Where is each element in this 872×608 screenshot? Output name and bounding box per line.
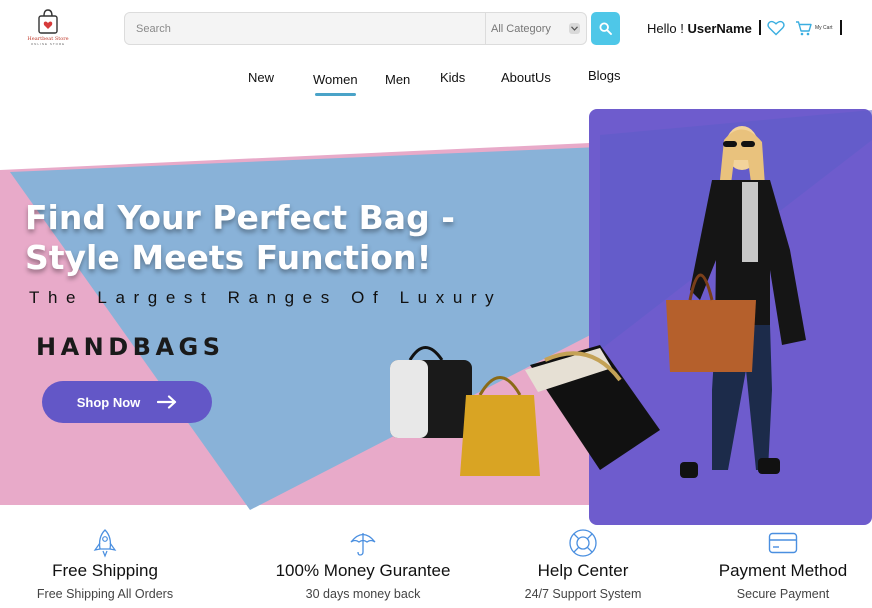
feature-help-center: Help Center 24/7 Support System: [478, 528, 688, 601]
search-button[interactable]: [591, 12, 620, 45]
username: UserName: [687, 21, 752, 36]
search-icon: [599, 22, 612, 35]
shop-now-button[interactable]: Shop Now: [42, 381, 212, 423]
heart-icon[interactable]: [767, 20, 785, 36]
logo[interactable]: Heartbeat Store ONLINE STORE: [27, 9, 69, 49]
feature-subtitle: Secure Payment: [736, 587, 830, 601]
category-select[interactable]: All Category: [485, 13, 586, 44]
lifebuoy-icon: [568, 528, 598, 558]
rocket-icon: [92, 528, 118, 558]
feature-title: Payment Method: [718, 561, 848, 580]
shopping-bag-icon: [38, 9, 58, 34]
feature-title: 100% Money Gurantee: [275, 561, 451, 580]
shop-now-label: Shop Now: [76, 394, 141, 410]
greeting-prefix: Hello !: [647, 21, 684, 36]
hero-title: Find Your Perfect Bag - Style Meets Func…: [25, 198, 455, 277]
feature-subtitle: 30 days money back: [305, 587, 421, 601]
nav-item-kids[interactable]: Kids: [440, 70, 465, 85]
nav-item-aboutus[interactable]: AboutUs: [501, 70, 551, 85]
nav-item-men[interactable]: Men: [385, 72, 410, 87]
nav-item-new[interactable]: New: [248, 70, 274, 85]
header-divider-end: [840, 20, 842, 35]
nav-active-indicator: [315, 93, 356, 96]
logo-tagline: ONLINE STORE: [30, 42, 66, 46]
feature-subtitle: Free Shipping All Orders: [36, 587, 174, 601]
chevron-down-icon: [569, 23, 580, 34]
arrow-right-icon: [157, 395, 177, 409]
feature-payment-method: Payment Method Secure Payment: [678, 528, 872, 601]
nav-item-blogs[interactable]: Blogs: [588, 68, 621, 83]
user-greeting[interactable]: Hello ! UserName: [647, 21, 752, 36]
feature-title: Help Center: [537, 561, 629, 580]
feature-subtitle: 24/7 Support System: [524, 587, 642, 601]
credit-card-icon: [768, 528, 798, 558]
feature-title: Free Shipping: [52, 561, 158, 580]
feature-money-guarantee: 100% Money Gurantee 30 days money back: [258, 528, 468, 601]
category-select-value: All Category: [491, 22, 551, 35]
search-bar: All Category: [124, 12, 587, 45]
hero-subtitle: The Largest Ranges Of Luxury: [29, 288, 503, 307]
cart-label[interactable]: My Cart: [815, 25, 833, 31]
cart-icon[interactable]: [795, 20, 812, 36]
page: Heartbeat Store ONLINE STORE All Categor…: [0, 0, 872, 608]
search-input[interactable]: [125, 13, 485, 44]
hero-highlight: HANDBAGS: [36, 333, 225, 361]
header-divider: [759, 20, 761, 35]
nav-item-women[interactable]: Women: [313, 72, 358, 87]
feature-free-shipping: Free Shipping Free Shipping All Orders: [0, 528, 210, 601]
umbrella-icon: [349, 528, 377, 558]
